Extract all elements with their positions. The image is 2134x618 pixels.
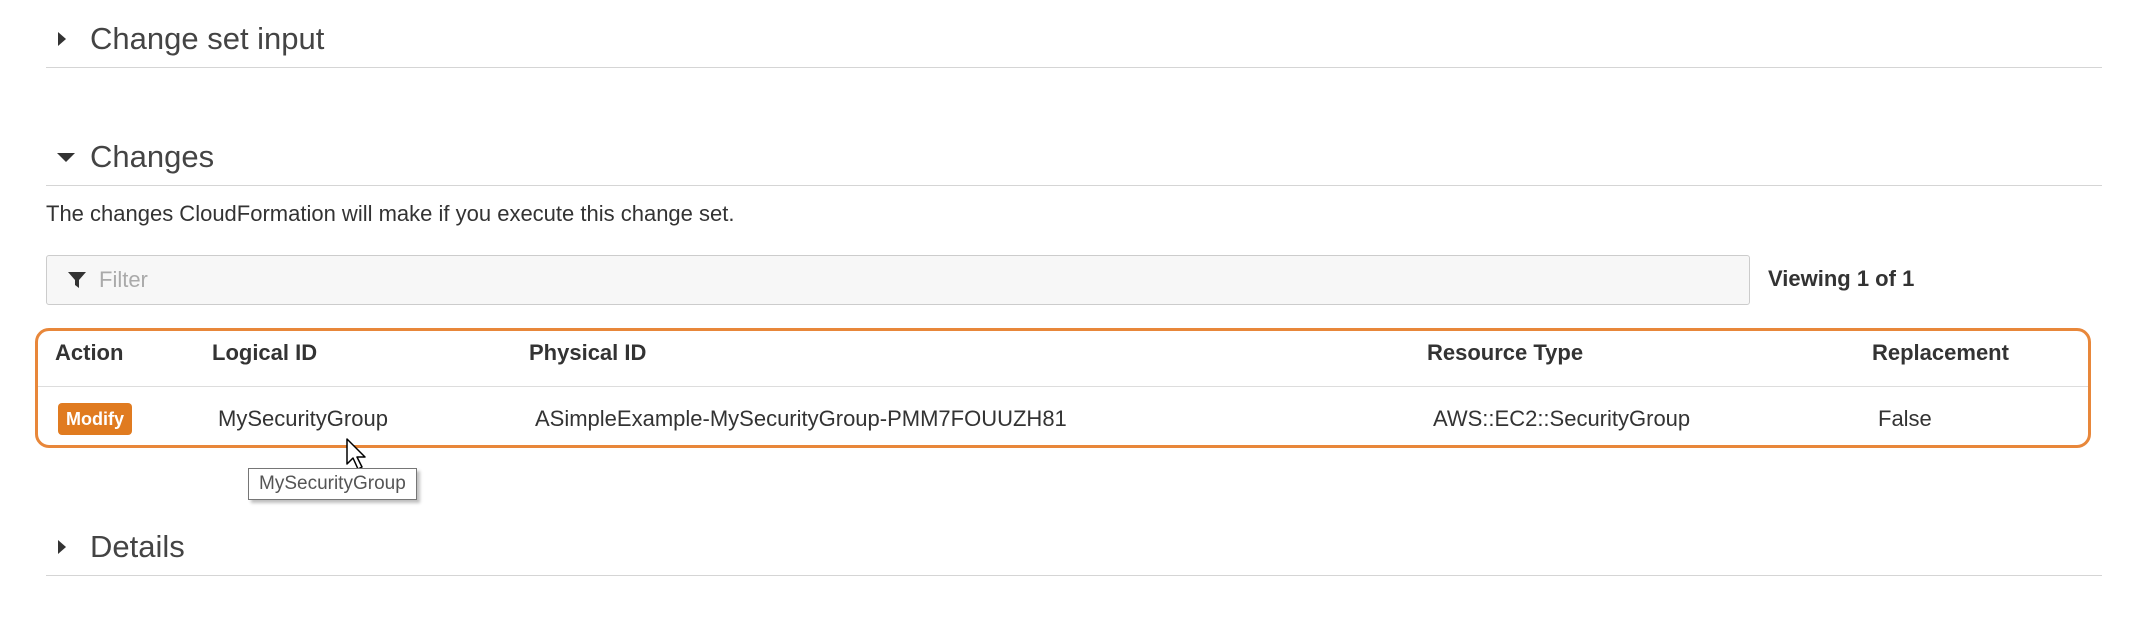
column-header-action[interactable]: Action <box>55 340 123 366</box>
caret-right-icon <box>56 30 76 48</box>
column-header-logical-id[interactable]: Logical ID <box>212 340 317 366</box>
section-details[interactable]: Details <box>46 518 2102 576</box>
section-title-changes: Changes <box>90 138 215 174</box>
column-header-physical-id[interactable]: Physical ID <box>529 340 646 366</box>
cell-resource-type: AWS::EC2::SecurityGroup <box>1433 406 1691 431</box>
changes-description: The changes CloudFormation will make if … <box>46 201 735 226</box>
cell-replacement: False <box>1878 406 1932 431</box>
header-divider <box>38 386 2088 387</box>
filter-icon <box>67 270 87 290</box>
filter-box[interactable] <box>46 255 1750 305</box>
section-title-change-set-input: Change set input <box>90 20 325 56</box>
column-header-replacement[interactable]: Replacement <box>1872 340 2009 366</box>
section-changes[interactable]: Changes <box>46 128 2102 186</box>
viewing-count: Viewing 1 of 1 <box>1768 266 1915 291</box>
caret-down-icon <box>56 151 76 163</box>
column-header-resource-type[interactable]: Resource Type <box>1427 340 1583 366</box>
action-badge: Modify <box>58 403 132 435</box>
cell-logical-id: MySecurityGroup <box>218 406 388 431</box>
filter-input[interactable] <box>99 267 1599 293</box>
tooltip: MySecurityGroup <box>248 468 417 500</box>
changes-table: Action Logical ID Physical ID Resource T… <box>35 328 2091 448</box>
cell-physical-id: ASimpleExample-MySecurityGroup-PMM7FOUUZ… <box>535 406 1067 431</box>
section-change-set-input[interactable]: Change set input <box>46 10 2102 68</box>
section-title-details: Details <box>90 528 185 564</box>
caret-right-icon <box>56 538 76 556</box>
